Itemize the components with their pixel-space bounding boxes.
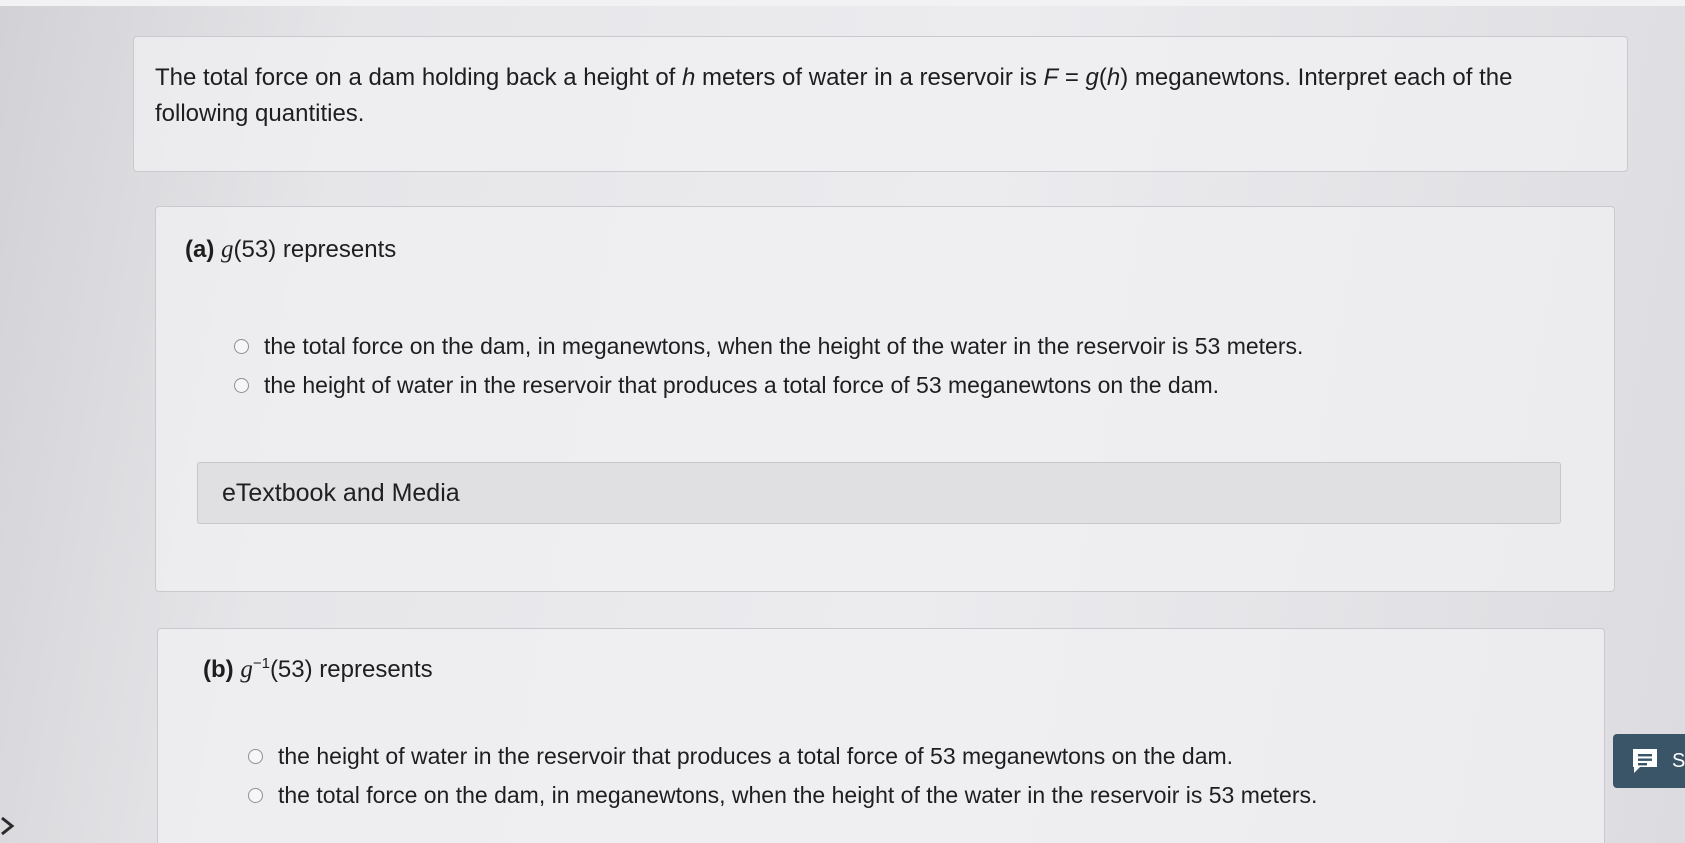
page: The total force on a dam holding back a … (0, 0, 1685, 843)
etextbook-media-button[interactable]: eTextbook and Media (197, 462, 1561, 524)
option-text: the height of water in the reservoir tha… (264, 372, 1220, 398)
part-b-option-1[interactable]: the height of water in the reservoir tha… (248, 743, 1233, 770)
chat-label: S (1672, 749, 1685, 772)
part-b-prompt: (b) g−1(53) represents (203, 655, 433, 683)
option-text: the height of water in the reservoir tha… (278, 743, 1234, 769)
radio-button[interactable] (248, 788, 263, 803)
option-text: the total force on the dam, in meganewto… (264, 333, 1304, 359)
chat-support-button[interactable]: S (1613, 734, 1685, 788)
top-divider (0, 0, 1685, 6)
question-text: The total force on a dam holding back a … (155, 64, 1513, 127)
radio-button[interactable] (234, 378, 249, 393)
etextbook-media-label: eTextbook and Media (222, 479, 460, 507)
chat-bubble-icon (1633, 749, 1657, 773)
option-text: the total force on the dam, in meganewto… (278, 782, 1318, 808)
part-b-option-2[interactable]: the total force on the dam, in meganewto… (248, 782, 1317, 809)
radio-button[interactable] (234, 339, 249, 354)
radio-button[interactable] (248, 749, 263, 764)
corner-arrow-icon (1, 816, 15, 836)
part-a-prompt: (a) g(53) represents (185, 236, 397, 263)
part-a-option-2[interactable]: the height of water in the reservoir tha… (234, 372, 1219, 399)
part-a-option-1[interactable]: the total force on the dam, in meganewto… (234, 333, 1303, 360)
